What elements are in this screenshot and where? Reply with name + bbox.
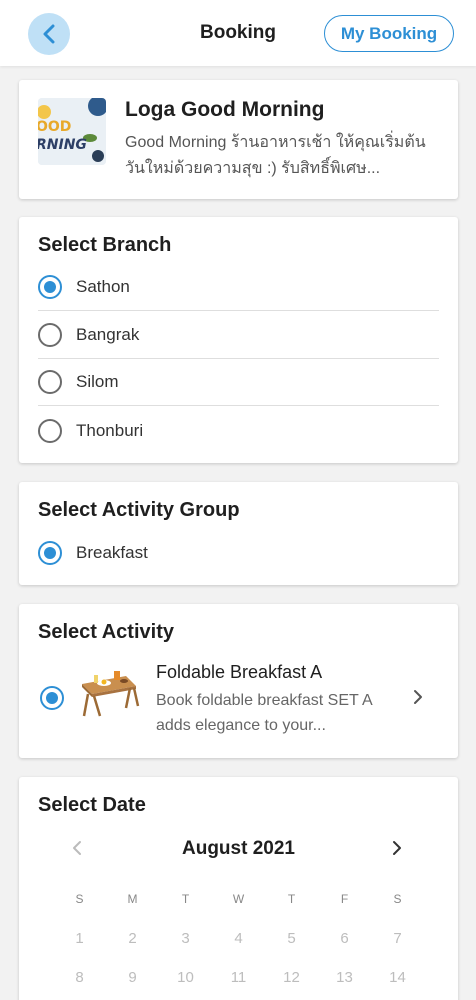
svg-text:RNING: RNING — [38, 137, 87, 153]
radio-unchecked-icon[interactable] — [38, 370, 62, 394]
calendar-day: 3 — [181, 930, 190, 947]
calendar-day: 13 — [336, 969, 353, 986]
select-date-card: Select Date August 2021 S M T W T F S 1 … — [19, 777, 458, 1000]
weekday-label: S — [393, 892, 402, 906]
my-booking-button[interactable]: My Booking — [324, 15, 454, 52]
calendar-day: 9 — [128, 969, 137, 986]
select-activity-card: Select Activity Foldable Breakfast A Boo… — [19, 604, 458, 758]
breakfast-tray-image — [82, 671, 140, 717]
weekday-label: T — [181, 892, 190, 906]
radio-unchecked-icon[interactable] — [38, 418, 62, 443]
branch-option-label: Silom — [76, 372, 119, 391]
branch-option-silom[interactable]: Silom — [38, 359, 439, 406]
weekday-label: T — [287, 892, 296, 906]
select-date-title: Select Date — [38, 794, 146, 816]
branch-option-label: Thonburi — [76, 420, 144, 440]
radio-checked-icon[interactable] — [40, 686, 64, 710]
weekday-label: S — [75, 892, 84, 906]
branch-option-sathon[interactable]: Sathon — [38, 264, 439, 311]
calendar-weekday-row: S M T W T F S — [53, 889, 424, 909]
calendar-day: 5 — [287, 930, 296, 947]
weekday-label: W — [232, 892, 245, 906]
activity-description: Book foldable breakfast SET A adds elega… — [156, 692, 372, 734]
select-activity-title: Select Activity — [38, 621, 174, 643]
radio-unchecked-icon[interactable] — [38, 323, 62, 347]
branch-option-label: Bangrak — [76, 325, 140, 344]
top-app-bar: Booking My Booking — [0, 0, 476, 66]
weekday-label: F — [340, 892, 349, 906]
back-button[interactable] — [28, 13, 70, 55]
calendar-day: 10 — [177, 969, 194, 986]
select-activity-group-card: Select Activity Group Breakfast — [19, 482, 458, 585]
calendar-day: 12 — [283, 969, 300, 986]
shop-description: Good Morning ร้านอาหารเช้า ให้คุณเริ่มต้… — [125, 134, 426, 177]
weekday-label: M — [127, 892, 138, 906]
svg-text:OOD: OOD — [38, 119, 71, 135]
activity-group-option-label: Breakfast — [76, 542, 148, 562]
branch-option-thonburi[interactable]: Thonburi — [38, 407, 439, 454]
calendar-week-row: 8 9 10 11 12 13 14 — [53, 968, 424, 988]
activity-name: Foldable Breakfast A — [156, 662, 323, 682]
select-branch-card: Select Branch Sathon Bangrak Silom Thonb… — [19, 217, 458, 463]
radio-checked-icon[interactable] — [38, 540, 62, 565]
calendar-week-row: 1 2 3 4 5 6 7 — [53, 929, 424, 949]
calendar-day: 1 — [75, 930, 84, 947]
calendar-day: 6 — [340, 930, 349, 947]
calendar-grid: S M T W T F S 1 2 3 4 5 6 7 8 9 10 11 12… — [53, 889, 424, 988]
shop-card[interactable]: OOD RNING Loga Good Morning Good Morning… — [19, 80, 458, 199]
calendar-day: 8 — [75, 969, 84, 986]
calendar-day: 14 — [389, 969, 406, 986]
branch-option-bangrak[interactable]: Bangrak — [38, 312, 439, 359]
chevron-left-icon — [43, 24, 55, 44]
select-branch-title: Select Branch — [38, 234, 172, 256]
radio-checked-icon[interactable] — [38, 275, 62, 299]
select-activity-group-title: Select Activity Group — [38, 499, 240, 521]
calendar-day: 4 — [234, 930, 243, 947]
branch-option-label: Sathon — [76, 277, 130, 296]
shop-thumbnail-image: OOD RNING — [38, 98, 106, 165]
calendar-day: 2 — [128, 930, 137, 947]
activity-group-option-breakfast[interactable]: Breakfast — [38, 529, 439, 576]
calendar-day: 7 — [393, 930, 402, 947]
shop-name: Loga Good Morning — [125, 98, 325, 121]
chevron-right-icon[interactable] — [411, 688, 425, 706]
next-month-icon[interactable] — [391, 839, 403, 857]
calendar-day: 11 — [230, 969, 247, 986]
